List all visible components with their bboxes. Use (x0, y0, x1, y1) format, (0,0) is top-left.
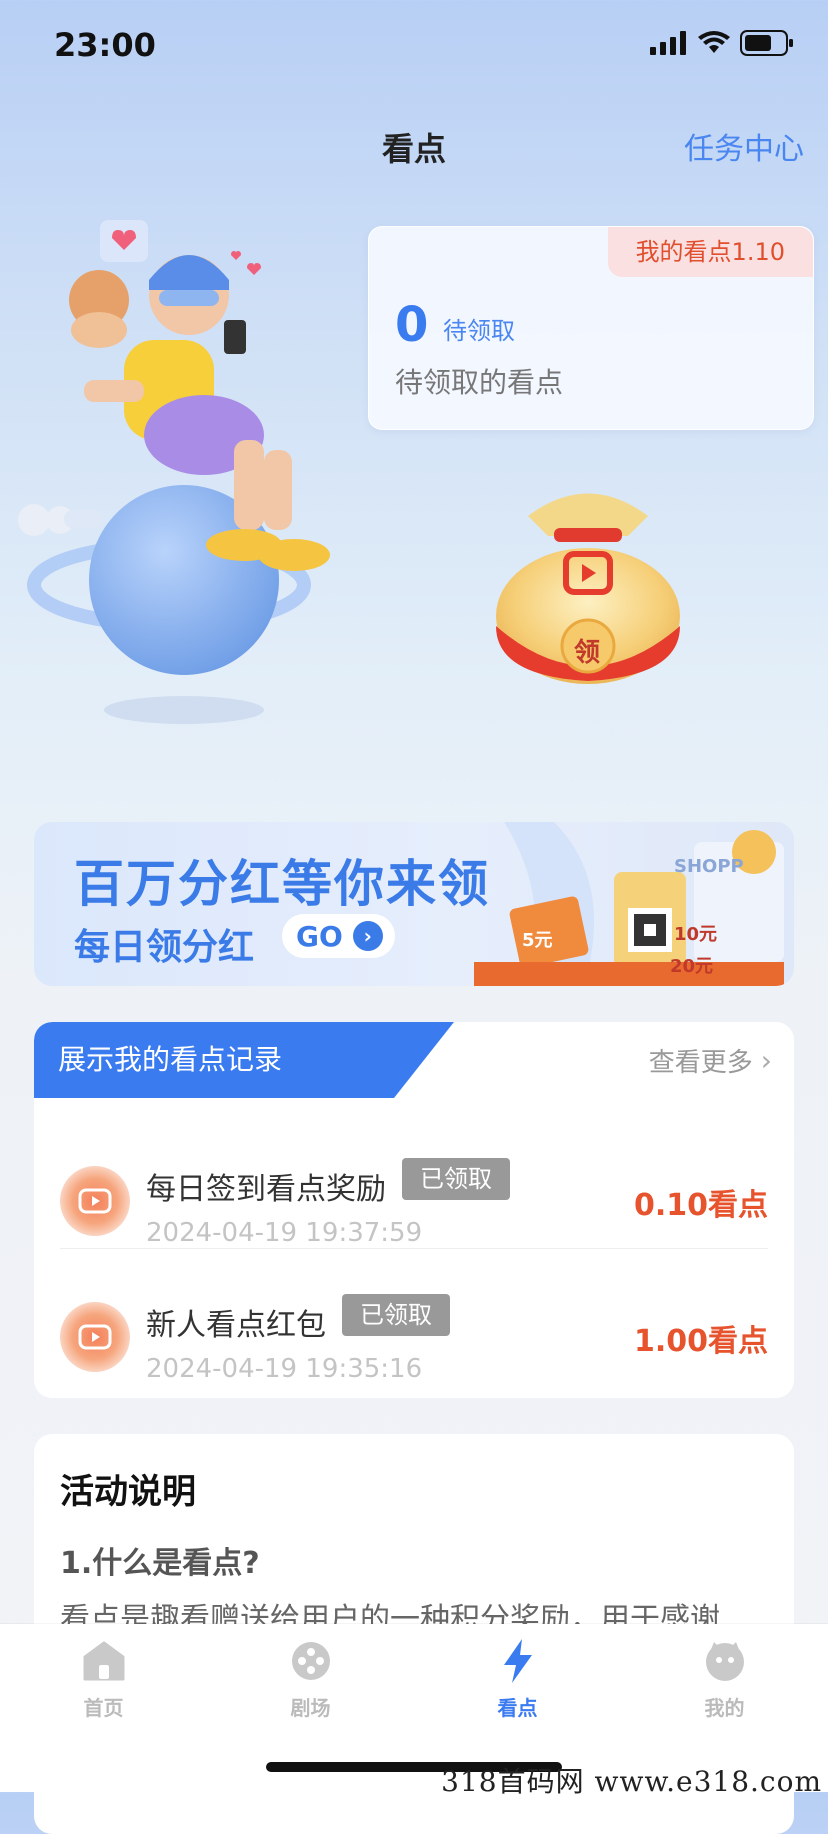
hero-illustration (18, 220, 330, 724)
tab-label: 剧场 (290, 1696, 331, 1720)
chevron-right-icon: › (760, 1044, 772, 1077)
go-label: GO (296, 919, 343, 953)
profile-icon (702, 1638, 748, 1684)
claim-bag-label: 领 (574, 638, 601, 668)
home-icon (81, 1638, 127, 1684)
claim-bag-button[interactable]: 领 (488, 476, 688, 686)
battery-icon (740, 30, 793, 56)
banner-subtitle: 每日领分红 (74, 927, 255, 968)
record-status-tag: 已领取 (402, 1158, 510, 1200)
video-coin-icon (60, 1166, 130, 1236)
chevron-right-icon: › (352, 921, 383, 951)
my-points-badge: 我的看点1.10 (607, 227, 813, 277)
status-icons (650, 30, 794, 56)
activity-question: 1.什么是看点? (60, 1546, 260, 1581)
banner-title: 百万分红等你来领 (74, 855, 490, 913)
banner-decoration (474, 822, 784, 986)
watermark: 318首码网 www.e318.com (441, 1765, 822, 1798)
task-center-link[interactable]: 任务中心 (684, 124, 804, 168)
banner-go-button[interactable]: GO › (282, 914, 395, 958)
record-status-tag: 已领取 (342, 1294, 450, 1336)
status-time: 23:00 (54, 26, 156, 64)
theater-icon (288, 1638, 334, 1684)
divider (60, 1248, 768, 1249)
view-more-label: 查看更多 (648, 1048, 753, 1078)
view-more-link[interactable]: 查看更多 › (649, 1042, 772, 1079)
tab-label: 首页 (83, 1696, 124, 1720)
record-row: 每日签到看点奖励 已领取 2024-04-19 19:37:59 0.10看点 (34, 1132, 794, 1266)
record-name: 新人看点红包 (146, 1308, 326, 1343)
banner-coupon-20: 20元 (670, 956, 714, 977)
pending-points-value: 0 (395, 297, 429, 353)
banner-coupon-5: 5元 (522, 930, 553, 951)
tab-theater[interactable]: 剧场 (207, 1638, 414, 1721)
banner-shop-text: SHOPP (674, 856, 744, 877)
signal-icon (650, 31, 686, 55)
record-date: 2024-04-19 19:35:16 (146, 1354, 423, 1384)
banner-coupon-10: 10元 (674, 924, 718, 945)
lightning-icon (495, 1638, 541, 1684)
tab-label: 看点 (497, 1696, 538, 1720)
tab-points[interactable]: 看点 (414, 1638, 621, 1721)
record-amount: 1.00看点 (633, 1324, 768, 1359)
tab-profile[interactable]: 我的 (621, 1638, 828, 1721)
points-card: 我的看点1.10 0 待领取 待领取的看点 (368, 226, 814, 430)
wifi-icon (698, 31, 730, 53)
records-title: 展示我的看点记录 (34, 1022, 454, 1098)
record-amount: 0.10看点 (633, 1188, 768, 1223)
video-coin-icon (60, 1302, 130, 1372)
activity-title: 活动说明 (60, 1472, 196, 1512)
points-records-card: 展示我的看点记录 查看更多 › 每日签到看点奖励 已领取 2024-04-19 … (34, 1022, 794, 1398)
pending-label: 待领取 (443, 317, 515, 345)
record-name: 每日签到看点奖励 (146, 1172, 386, 1207)
tab-home[interactable]: 首页 (0, 1638, 207, 1721)
record-row: 新人看点红包 已领取 2024-04-19 19:35:16 1.00看点 (34, 1268, 794, 1398)
tab-label: 我的 (704, 1696, 745, 1720)
record-date: 2024-04-19 19:37:59 (146, 1218, 423, 1248)
pending-description: 待领取的看点 (395, 366, 564, 399)
dividend-banner[interactable]: SHOPP 5元 10元 20元 百万分红等你来领 每日领分红 GO › (34, 822, 794, 986)
